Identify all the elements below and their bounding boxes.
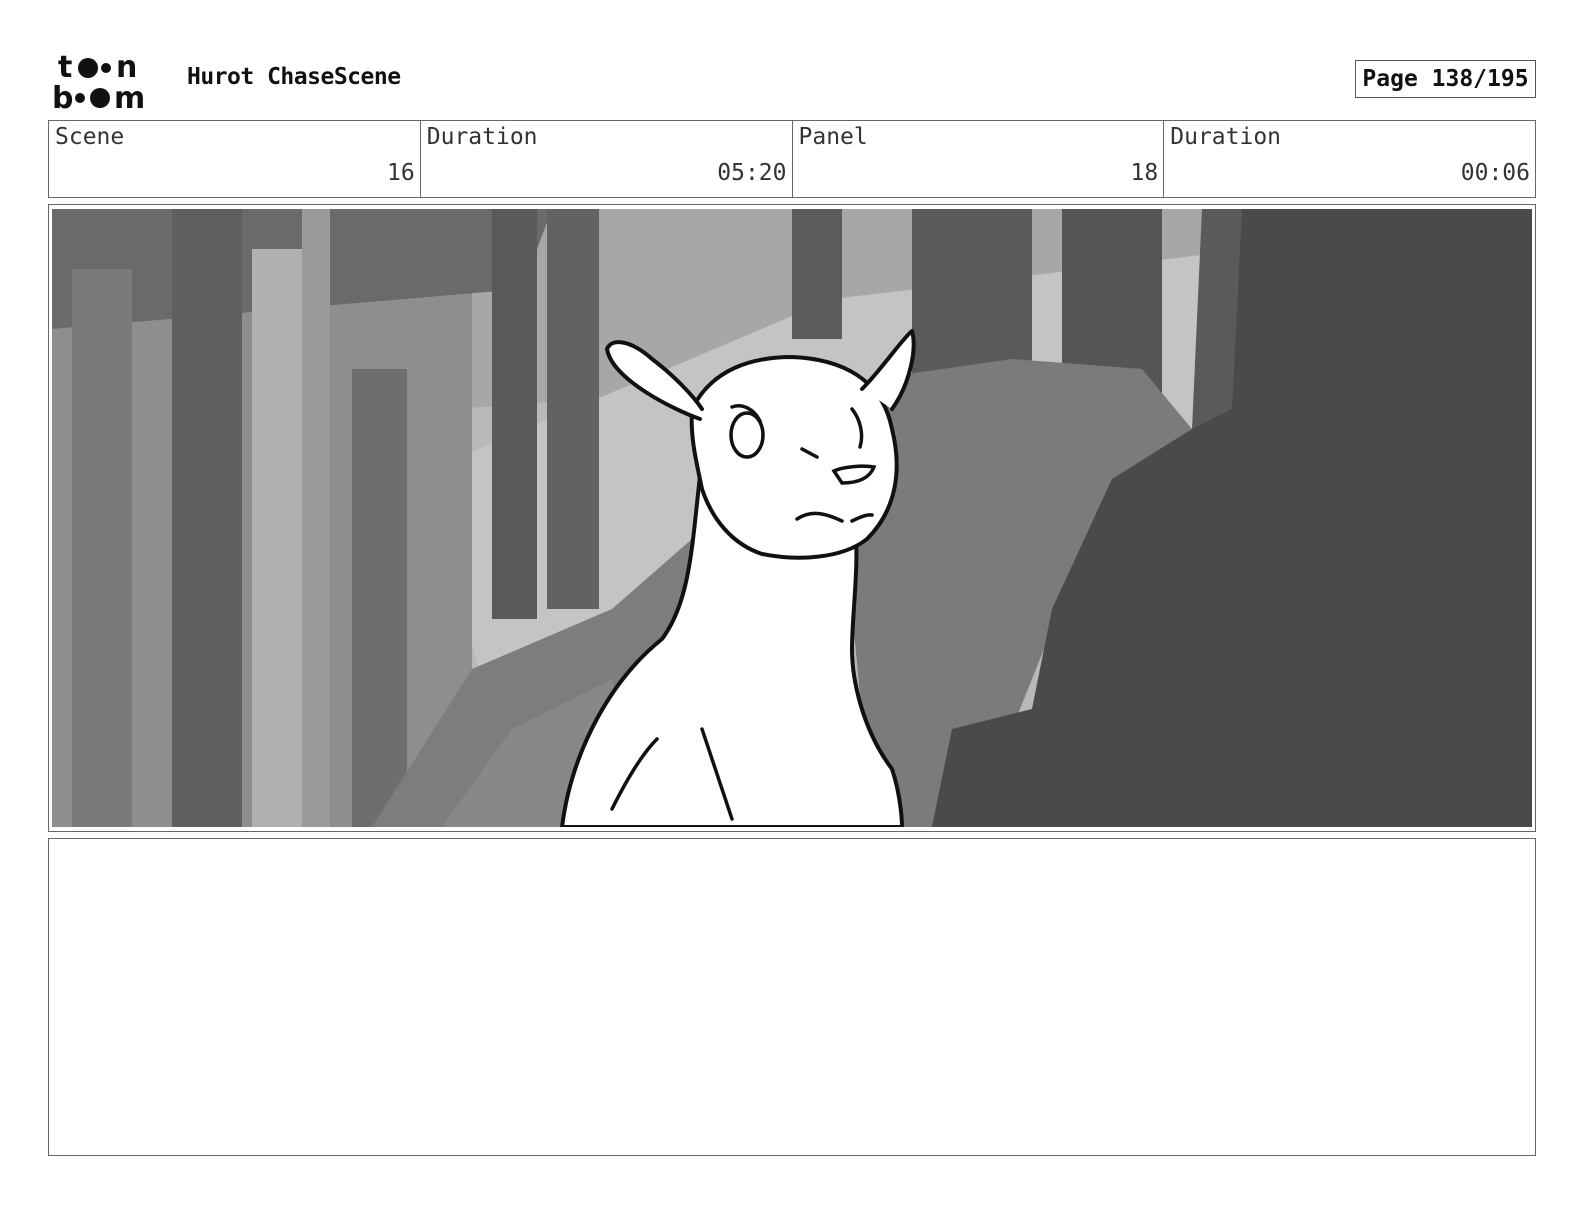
panel-duration-label: Duration bbox=[1170, 124, 1282, 150]
panel-duration-cell: Duration 00:06 bbox=[1164, 121, 1535, 197]
scene-duration-value: 05:20 bbox=[717, 160, 787, 186]
svg-text:m: m bbox=[114, 81, 145, 112]
panel-duration-value: 00:06 bbox=[1460, 160, 1530, 186]
svg-text:n: n bbox=[116, 50, 137, 85]
panel-value: 18 bbox=[1130, 160, 1159, 186]
panel-cell: Panel 18 bbox=[793, 121, 1165, 197]
storyboard-title: Hurot ChaseScene bbox=[187, 64, 401, 90]
scene-cell: Scene 16 bbox=[49, 121, 421, 197]
panel-info-row: Scene 16 Duration 05:20 Panel 18 Duratio… bbox=[48, 120, 1536, 198]
svg-text:b: b bbox=[52, 81, 73, 112]
toon-boom-logo: t n b m bbox=[52, 50, 145, 112]
page-indicator: Page 138/195 bbox=[1355, 60, 1536, 98]
scene-duration-label: Duration bbox=[426, 124, 538, 150]
scene-label: Scene bbox=[55, 124, 125, 150]
scene-duration-cell: Duration 05:20 bbox=[421, 121, 793, 197]
panel-image bbox=[52, 209, 1532, 827]
panel-label: Panel bbox=[798, 124, 868, 150]
panel-notes-area bbox=[48, 838, 1536, 1156]
storyboard-drawing bbox=[52, 209, 1532, 827]
svg-text:t: t bbox=[58, 50, 72, 85]
scene-value: 16 bbox=[387, 160, 415, 186]
